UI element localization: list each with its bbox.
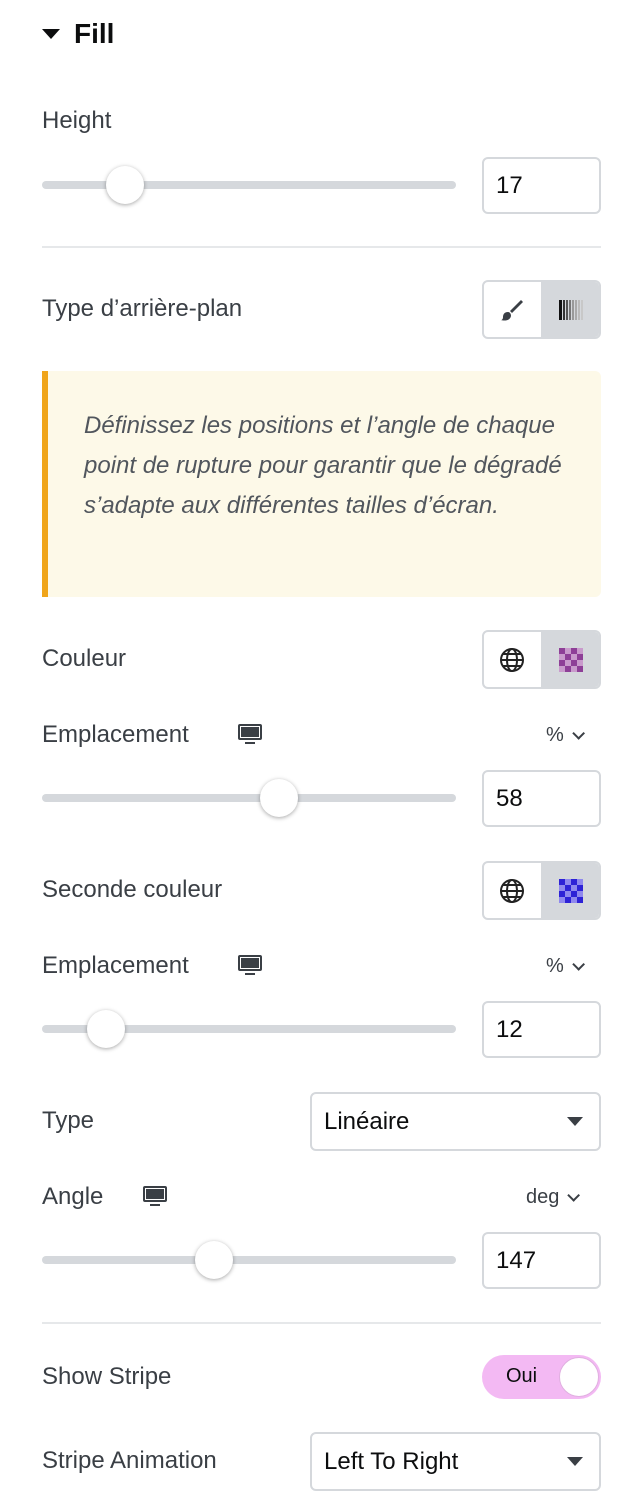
height-slider-thumb[interactable] — [105, 166, 144, 204]
section-header-fill[interactable]: Fill — [42, 18, 114, 50]
location-slider-thumb[interactable] — [260, 779, 299, 817]
second-color-picker-group — [482, 861, 601, 920]
gradient-icon — [558, 299, 583, 320]
second-color-label: Seconde couleur — [42, 876, 223, 903]
show-stripe-toggle[interactable]: Oui — [482, 1355, 601, 1399]
chevron-down-icon — [572, 727, 585, 740]
gradient-type-value: Linéaire — [324, 1107, 410, 1135]
location-input[interactable]: 58 — [482, 770, 601, 827]
height-slider[interactable] — [42, 166, 456, 204]
gradient-type-label: Type — [42, 1107, 95, 1134]
global-colors-button[interactable] — [484, 863, 541, 918]
angle-slider-thumb[interactable] — [195, 1241, 234, 1279]
globe-icon — [500, 647, 525, 672]
angle-slider[interactable] — [42, 1241, 456, 1279]
background-gradient-button[interactable] — [540, 282, 599, 337]
caret-down-icon — [42, 29, 60, 39]
location-unit: % — [546, 724, 564, 746]
toggle-knob — [559, 1357, 599, 1397]
second-location-slider[interactable] — [42, 1010, 456, 1048]
angle-value: 147 — [496, 1246, 537, 1274]
desktop-icon[interactable] — [143, 1186, 167, 1208]
second-location-label: Emplacement — [42, 952, 189, 979]
color-swatch-icon — [558, 878, 583, 903]
divider — [42, 1322, 601, 1324]
background-type-label: Type d’arrière-plan — [42, 295, 243, 322]
show-stripe-label: Show Stripe — [42, 1363, 172, 1390]
dropdown-arrow-icon — [567, 1457, 583, 1466]
angle-unit-select[interactable]: deg — [526, 1186, 581, 1209]
section-title: Fill — [74, 18, 115, 49]
location-value: 58 — [496, 784, 523, 812]
globe-icon — [500, 878, 525, 903]
color-label: Couleur — [42, 645, 127, 672]
second-location-slider-thumb[interactable] — [87, 1010, 126, 1048]
global-colors-button[interactable] — [484, 632, 541, 687]
desktop-icon[interactable] — [238, 955, 262, 977]
chevron-down-icon — [572, 958, 585, 971]
background-type-selector — [482, 280, 601, 339]
stripe-animation-value: Left To Right — [324, 1447, 459, 1475]
second-color-swatch-button[interactable] — [540, 863, 599, 918]
angle-label: Angle — [42, 1183, 104, 1210]
toggle-on-text: Oui — [506, 1365, 538, 1387]
desktop-icon[interactable] — [238, 724, 262, 746]
height-value: 17 — [496, 171, 523, 199]
second-location-unit-select[interactable]: % — [546, 955, 585, 978]
location-label: Emplacement — [42, 721, 189, 748]
angle-input[interactable]: 147 — [482, 1232, 601, 1289]
chevron-down-icon — [567, 1189, 581, 1202]
second-location-unit: % — [546, 955, 564, 977]
background-classic-button[interactable] — [484, 282, 541, 337]
location-slider[interactable] — [42, 779, 456, 817]
brush-icon — [501, 299, 524, 321]
location-unit-select[interactable]: % — [546, 724, 585, 747]
color-picker-group — [482, 630, 601, 689]
height-label: Height — [42, 107, 112, 134]
second-location-input[interactable]: 12 — [482, 1001, 601, 1058]
second-location-value: 12 — [496, 1015, 523, 1043]
stripe-animation-label: Stripe Animation — [42, 1447, 217, 1474]
gradient-type-select[interactable]: Linéaire — [310, 1092, 601, 1151]
gradient-notice: Définissez les positions et l’angle de c… — [42, 371, 601, 597]
angle-unit: deg — [526, 1186, 560, 1208]
color-swatch-button[interactable] — [540, 632, 599, 687]
height-input[interactable]: 17 — [482, 157, 601, 214]
notice-text: Définissez les positions et l’angle de c… — [84, 412, 562, 519]
dropdown-arrow-icon — [567, 1117, 583, 1126]
color-swatch-icon — [558, 647, 583, 672]
stripe-animation-select[interactable]: Left To Right — [310, 1432, 601, 1491]
divider — [42, 246, 601, 248]
